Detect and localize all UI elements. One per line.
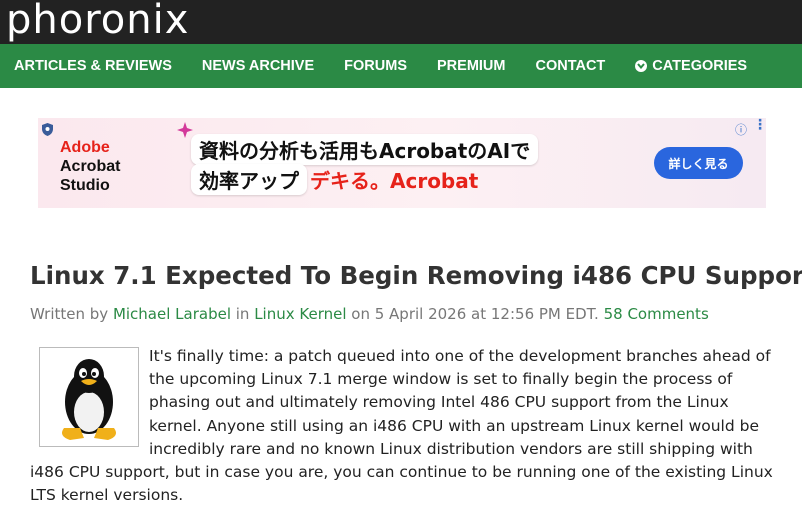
- nav-categories[interactable]: CATEGORIES: [635, 58, 747, 74]
- nav-news-archive[interactable]: NEWS ARCHIVE: [202, 58, 314, 74]
- nav-articles-reviews[interactable]: ARTICLES & REVIEWS: [14, 58, 172, 74]
- image-float-spacer: [30, 345, 149, 460]
- more-options-icon[interactable]: ⋮: [753, 118, 767, 132]
- ad-headline-2: 効率アップ: [191, 164, 307, 195]
- ad-brand: Adobe Acrobat Studio: [60, 138, 120, 195]
- ad-headline-1: 資料の分析も活用もAcrobatのAIで: [191, 134, 539, 165]
- category-link[interactable]: Linux Kernel: [254, 305, 346, 323]
- main-nav: ARTICLES & REVIEWS NEWS ARCHIVE FORUMS P…: [0, 44, 802, 88]
- nav-categories-label: CATEGORIES: [652, 58, 748, 74]
- author-link[interactable]: Michael Larabel: [113, 305, 231, 323]
- nav-premium[interactable]: PREMIUM: [437, 58, 505, 74]
- ad-cta-button[interactable]: 詳しく見る: [654, 147, 743, 179]
- article-byline: Written by Michael Larabel in Linux Kern…: [30, 305, 709, 323]
- ad-brand-line3: Studio: [60, 177, 110, 194]
- chevron-circle-icon: [635, 60, 648, 72]
- byline-date: on 5 April 2026 at 12:56 PM EDT.: [346, 305, 604, 323]
- advertisement-banner[interactable]: Adobe Acrobat Studio 資料の分析も活用もAcrobatのAI…: [38, 118, 766, 208]
- site-logo[interactable]: phoronix: [6, 0, 189, 44]
- ad-brand-line2: Acrobat: [60, 158, 121, 175]
- ad-headline-2-accent: デキる。Acrobat: [310, 169, 479, 193]
- shield-icon[interactable]: [42, 121, 53, 140]
- comments-link[interactable]: 58 Comments: [604, 305, 709, 323]
- ad-brand-line1: Adobe: [60, 139, 110, 156]
- nav-forums[interactable]: FORUMS: [344, 58, 407, 74]
- article-body: It's finally time: a patch queued into o…: [30, 345, 780, 507]
- article-title: Linux 7.1 Expected To Begin Removing i48…: [30, 261, 802, 290]
- nav-contact[interactable]: CONTACT: [535, 58, 605, 74]
- site-header: phoronix: [0, 0, 802, 44]
- info-icon[interactable]: ⓘ: [735, 121, 747, 138]
- byline-in: in: [230, 305, 255, 323]
- byline-prefix: Written by: [30, 305, 113, 323]
